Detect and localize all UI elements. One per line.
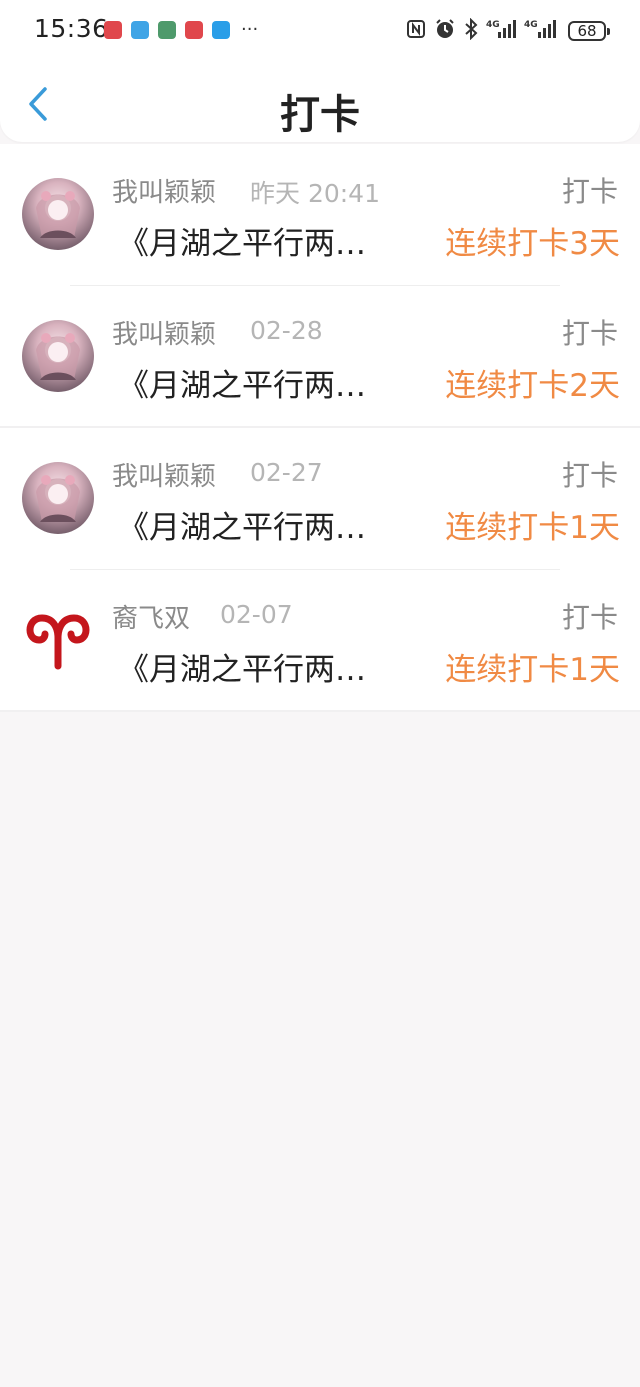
book-title: 《月湖之平行两… <box>118 226 366 262</box>
anime-girl-avatar-image <box>36 475 80 522</box>
browser-app-icon <box>131 21 149 39</box>
book-title: 《月湖之平行两… <box>118 368 366 404</box>
anime-girl-avatar-image <box>36 333 80 380</box>
streak-label: 连续打卡1天 <box>445 652 620 688</box>
header: 打卡 <box>0 62 640 142</box>
checkin-type-label: 打卡 <box>561 175 618 208</box>
list-item[interactable]: 我叫颖颖 02-28 打卡 《月湖之平行两… 连续打卡2天 <box>0 286 640 428</box>
status-time: 15:36 <box>34 14 109 43</box>
aries-symbol-icon <box>26 614 90 670</box>
page-title: 打卡 <box>280 92 360 138</box>
anime-girl-avatar-image <box>36 191 80 238</box>
checkin-time: 02-28 <box>250 316 323 345</box>
checkin-time: 02-07 <box>220 600 293 629</box>
nfc-icon <box>406 19 426 43</box>
checkin-list: 我叫颖颖 昨天 20:41 打卡 《月湖之平行两… 连续打卡3天 我叫颖颖 02… <box>0 144 640 712</box>
user-avatar[interactable] <box>22 462 94 534</box>
list-item[interactable]: 我叫颖颖 02-27 打卡 《月湖之平行两… 连续打卡1天 <box>0 428 640 570</box>
checkin-type-label: 打卡 <box>561 317 618 350</box>
user-avatar[interactable] <box>22 604 94 676</box>
top-card: 15:36 ··· 4G 4G 68 打卡 <box>0 0 640 142</box>
huawei-app-icon <box>104 21 122 39</box>
streak-label: 连续打卡3天 <box>445 226 620 262</box>
svg-text:4G: 4G <box>524 20 538 30</box>
book-title: 《月湖之平行两… <box>118 652 366 688</box>
list-item[interactable]: 我叫颖颖 昨天 20:41 打卡 《月湖之平行两… 连续打卡3天 <box>0 144 640 286</box>
search-app-icon <box>212 21 230 39</box>
book-title: 《月湖之平行两… <box>118 510 366 546</box>
user-name: 我叫颖颖 <box>112 462 217 492</box>
svg-text:4G: 4G <box>486 20 500 30</box>
user-name: 我叫颖颖 <box>112 178 217 208</box>
user-avatar[interactable] <box>22 178 94 250</box>
list-item[interactable]: 裔飞双 02-07 打卡 《月湖之平行两… 连续打卡1天 <box>0 570 640 712</box>
game-app-icon <box>158 21 176 39</box>
checkin-time: 02-27 <box>250 458 323 487</box>
huawei-app-icon-2 <box>185 21 203 39</box>
streak-label: 连续打卡2天 <box>445 368 620 404</box>
streak-label: 连续打卡1天 <box>445 510 620 546</box>
alarm-icon <box>434 18 456 44</box>
notification-icons: ··· <box>104 21 258 39</box>
battery-icon: 68 <box>568 21 610 41</box>
status-bar: 15:36 ··· 4G 4G 68 <box>0 0 640 60</box>
signal-4g-icon-2: 4G <box>524 18 560 44</box>
divider <box>0 710 640 712</box>
screen: 15:36 ··· 4G 4G 68 打卡 我叫颖颖 昨天 20:41 打卡 《… <box>0 0 640 1387</box>
more-notifications-icon: ··· <box>241 19 259 40</box>
user-name: 我叫颖颖 <box>112 320 217 350</box>
checkin-type-label: 打卡 <box>561 459 618 492</box>
signal-4g-icon-1: 4G <box>486 18 516 44</box>
user-name: 裔飞双 <box>112 604 191 634</box>
checkin-type-label: 打卡 <box>561 601 618 634</box>
user-avatar[interactable] <box>22 320 94 392</box>
bluetooth-icon <box>464 17 478 44</box>
status-right: 4G 4G 68 <box>406 17 610 44</box>
checkin-time: 昨天 20:41 <box>250 179 380 208</box>
